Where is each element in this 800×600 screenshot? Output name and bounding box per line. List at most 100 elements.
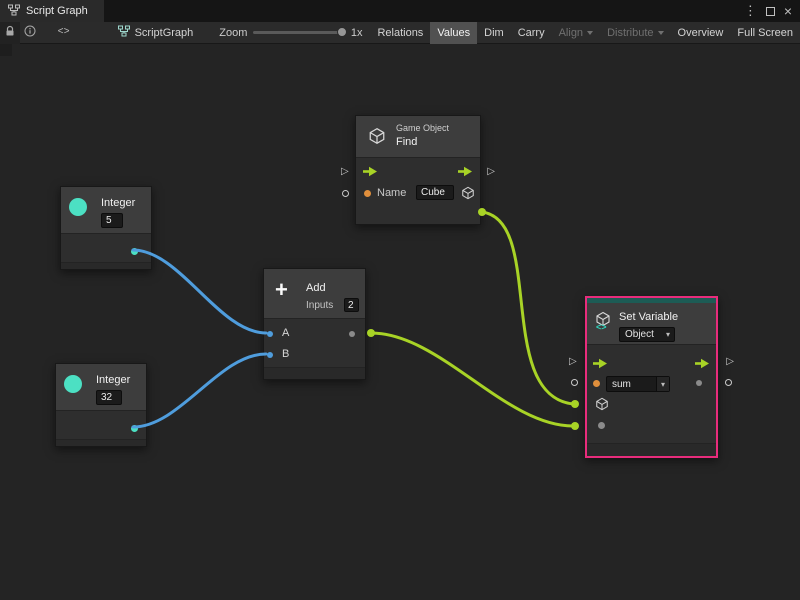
node-integer-b[interactable]: Integer	[55, 363, 147, 447]
integer-icon	[69, 198, 87, 216]
window-tab-script-graph[interactable]: Script Graph	[0, 0, 104, 22]
toolbar-button-values[interactable]: Values	[430, 22, 477, 44]
lock-button[interactable]	[0, 22, 20, 44]
zoom-slider[interactable]	[253, 31, 344, 34]
chevron-down-icon	[658, 31, 664, 35]
variable-scope-dropdown[interactable]: Object ▾	[619, 327, 675, 342]
output-ghost-port[interactable]	[725, 379, 732, 386]
graph-name: ScriptGraph	[135, 27, 194, 39]
window-titlebar: Script Graph ⋮ ×	[0, 0, 800, 22]
toolbar-button-full-screen[interactable]: Full Screen	[730, 22, 800, 44]
node-find[interactable]: Game Object Find Name ▷ ▷	[355, 115, 481, 225]
zoom-slider-handle[interactable]	[337, 27, 347, 37]
edit-graph-button[interactable]: <>	[52, 22, 76, 44]
window-close-button[interactable]: ×	[784, 3, 792, 19]
tab-title: Script Graph	[26, 5, 88, 17]
name-input-port[interactable]	[364, 190, 371, 197]
graph-toolbar: <> ScriptGraph Zoom 1x Relations Values …	[0, 22, 800, 44]
flow-in-arrow-icon[interactable]	[593, 358, 608, 372]
node-footer	[56, 439, 146, 446]
wire-integer-b-to-add-b[interactable]	[133, 354, 266, 427]
window-menu-button[interactable]: ⋮	[744, 3, 757, 19]
integer-value-input[interactable]	[96, 390, 122, 405]
variable-name-dropdown[interactable]: sum ▾	[606, 376, 670, 392]
variable-name-input-port[interactable]	[593, 380, 600, 387]
game-object-icon	[368, 127, 386, 148]
object-target-port-icon[interactable]	[595, 397, 609, 414]
script-graph-asset-icon	[118, 25, 130, 40]
output-port-sum[interactable]	[349, 331, 355, 337]
input-port-b[interactable]	[267, 352, 273, 358]
button-label: Relations	[377, 27, 423, 39]
game-object-port-icon[interactable]	[461, 186, 475, 203]
toolbar-button-relations[interactable]: Relations	[370, 22, 430, 44]
port-label-a: A	[282, 327, 289, 339]
toolbar-button-carry[interactable]: Carry	[511, 22, 552, 44]
input-port-a[interactable]	[267, 331, 273, 337]
wire-add-to-set-variable-value[interactable]	[371, 333, 573, 426]
flow-out-arrow-icon[interactable]	[458, 166, 473, 180]
lock-icon	[4, 25, 16, 40]
node-title: Add	[306, 282, 326, 294]
window-controls: ⋮ ×	[744, 3, 800, 19]
variable-name-value: sum	[607, 379, 656, 390]
flow-out-ghost-port[interactable]: ▷	[487, 166, 495, 178]
name-ghost-port[interactable]	[342, 190, 349, 197]
unity-script-graph-window: Integer Integer + Add Inputs A B	[0, 0, 800, 600]
node-title: Set Variable	[619, 311, 678, 323]
window-maximize-button[interactable]	[766, 7, 775, 16]
node-add[interactable]: + Add Inputs A B	[263, 268, 366, 380]
node-set-variable[interactable]: <> Set Variable Object ▾ sum ▾ ▷ ▷	[585, 296, 718, 458]
node-integer-a[interactable]: Integer	[60, 186, 152, 270]
node-title: Integer	[96, 374, 130, 386]
flow-out-ghost-port[interactable]: ▷	[726, 356, 734, 368]
button-label: Distribute	[607, 27, 653, 39]
node-title: Find	[396, 136, 417, 148]
button-label: Align	[559, 27, 583, 39]
flow-out-arrow-icon[interactable]	[695, 358, 710, 372]
inputs-label: Inputs	[306, 300, 333, 311]
panel-corner	[0, 44, 12, 56]
chevron-down-icon: ▾	[656, 377, 669, 391]
node-header: Integer	[61, 187, 151, 234]
button-label: Full Screen	[737, 27, 793, 39]
chevron-down-icon: ▾	[666, 330, 670, 339]
wire-integer-a-to-add-a[interactable]	[133, 250, 266, 333]
zoom-label: Zoom	[219, 27, 247, 39]
chevron-down-icon	[587, 31, 593, 35]
flow-in-ghost-port[interactable]: ▷	[569, 356, 577, 368]
graph-breadcrumb[interactable]: ScriptGraph	[118, 25, 194, 40]
port-label-b: B	[282, 348, 289, 360]
button-label: Dim	[484, 27, 504, 39]
toolbar-button-align[interactable]: Align	[552, 22, 600, 44]
button-label: Values	[437, 27, 470, 39]
flow-in-ghost-port[interactable]: ▷	[341, 166, 349, 178]
node-title: Integer	[101, 197, 135, 209]
value-input-port[interactable]	[598, 422, 605, 429]
node-category: Game Object	[396, 123, 449, 133]
info-button[interactable]	[20, 22, 40, 44]
script-tag-icon: <>	[596, 322, 607, 332]
inputs-count-input[interactable]	[344, 298, 359, 312]
name-ghost-port[interactable]	[571, 379, 578, 386]
value-output-port[interactable]	[696, 380, 702, 386]
info-icon	[24, 25, 36, 40]
toolbar-button-dim[interactable]: Dim	[477, 22, 511, 44]
script-graph-icon	[8, 4, 20, 19]
add-icon: +	[275, 277, 288, 303]
param-label: Name	[377, 187, 406, 199]
node-header: <> Set Variable Object ▾	[587, 303, 716, 345]
node-footer	[587, 443, 716, 456]
node-footer	[264, 367, 365, 379]
integer-value-input[interactable]	[101, 213, 123, 228]
wire-find-to-set-variable-object[interactable]	[482, 212, 573, 404]
variable-scope-value: Object	[620, 329, 666, 340]
toolbar-button-overview[interactable]: Overview	[671, 22, 731, 44]
button-label: Carry	[518, 27, 545, 39]
integer-icon	[64, 375, 82, 393]
flow-in-arrow-icon[interactable]	[363, 166, 378, 180]
node-footer	[61, 262, 151, 269]
button-label: Overview	[678, 27, 724, 39]
toolbar-button-distribute[interactable]: Distribute	[600, 22, 670, 44]
name-value-input[interactable]	[416, 185, 454, 200]
